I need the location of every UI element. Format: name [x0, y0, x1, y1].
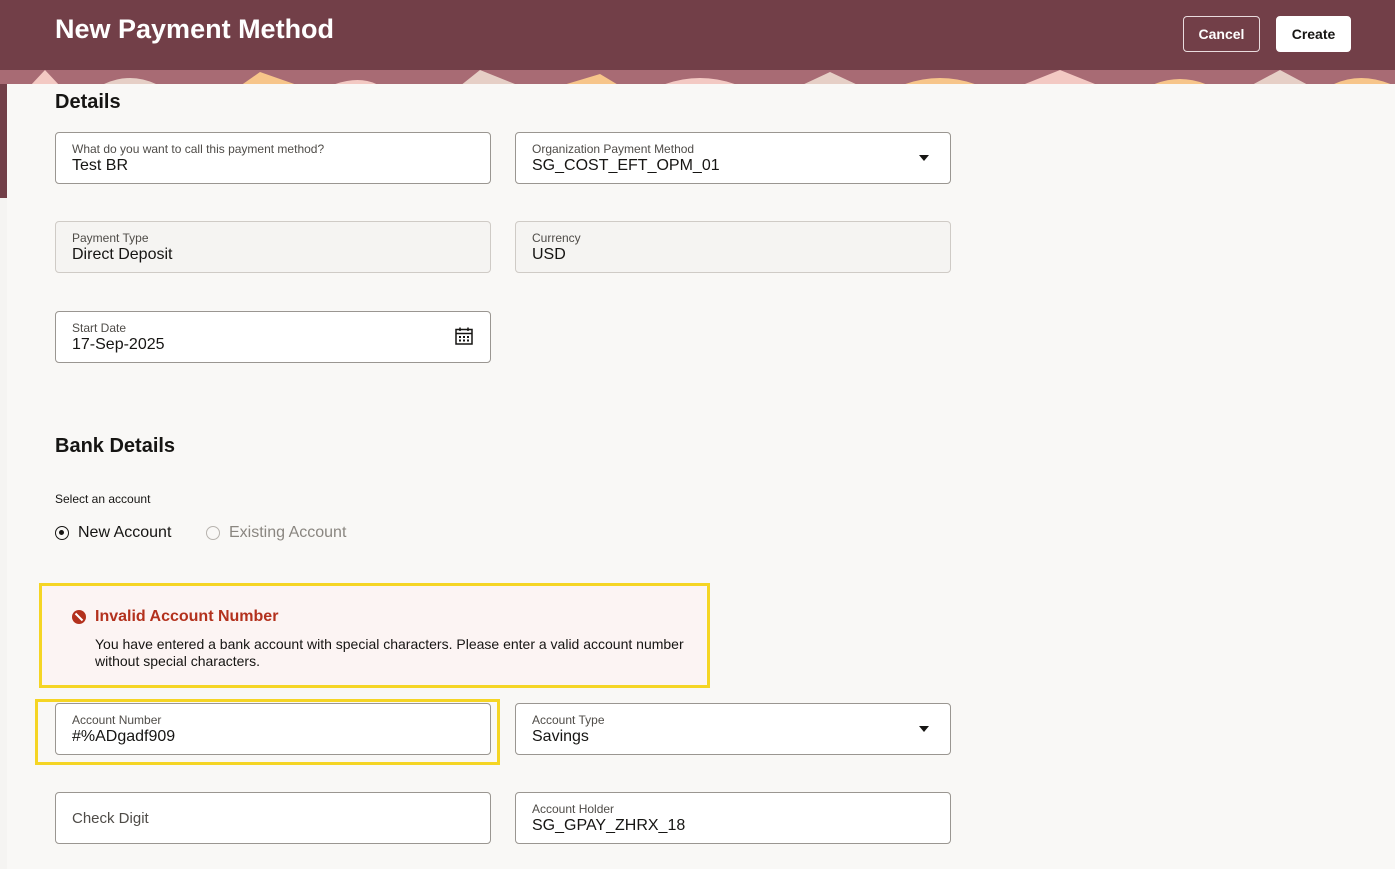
field-value: 17-Sep-2025 — [72, 336, 165, 353]
page-title: New Payment Method — [55, 14, 335, 44]
field-label: Payment Type — [72, 231, 149, 245]
radio-existing-account[interactable]: Existing Account — [206, 522, 346, 544]
bank-details-heading: Bank Details — [55, 435, 176, 457]
radio-label: New Account — [78, 524, 172, 541]
cancel-button[interactable]: Cancel — [1183, 16, 1260, 52]
field-label: Account Type — [532, 713, 605, 727]
field-value: Direct Deposit — [72, 246, 173, 263]
field-label: Account Holder — [532, 802, 615, 816]
field-value: SG_GPAY_ZHRX_18 — [532, 817, 686, 834]
caret-down-icon[interactable] — [919, 155, 929, 161]
header-edge — [0, 84, 7, 198]
page-header: New Payment Method Cancel Create — [0, 0, 1395, 84]
field-value: Test BR — [72, 157, 129, 174]
field-label: What do you want to call this payment me… — [72, 142, 325, 156]
payment-type-field: Payment Type Direct Deposit — [55, 221, 491, 273]
account-number-highlight-frame — [35, 699, 500, 765]
radio-label: Existing Account — [229, 524, 347, 541]
header-decoration — [0, 70, 1395, 84]
field-value: SG_COST_EFT_OPM_01 — [532, 157, 720, 174]
radio-unselected-icon[interactable] — [206, 526, 220, 540]
error-highlight-frame — [39, 583, 710, 688]
field-value: USD — [532, 246, 566, 263]
create-button[interactable]: Create — [1276, 16, 1351, 52]
field-placeholder: Check Digit — [72, 810, 149, 827]
start-date-field[interactable]: Start Date 17-Sep-2025 — [55, 311, 491, 363]
payment-method-name-field[interactable]: What do you want to call this payment me… — [55, 132, 491, 184]
account-type-select[interactable]: Account Type Savings — [515, 703, 951, 755]
calendar-icon[interactable] — [454, 326, 474, 346]
caret-down-icon[interactable] — [919, 726, 929, 732]
radio-selected-icon[interactable] — [55, 526, 69, 540]
radio-new-account[interactable]: New Account — [55, 522, 171, 544]
select-account-label: Select an account — [55, 492, 151, 506]
field-label: Start Date — [72, 321, 127, 335]
currency-field: Currency USD — [515, 221, 951, 273]
field-label: Organization Payment Method — [532, 142, 695, 156]
account-holder-field[interactable]: Account Holder SG_GPAY_ZHRX_18 — [515, 792, 951, 844]
details-heading: Details — [55, 91, 121, 113]
field-value: Savings — [532, 728, 589, 745]
check-digit-field[interactable]: Check Digit — [55, 792, 491, 844]
field-label: Currency — [532, 231, 581, 245]
org-payment-method-select[interactable]: Organization Payment Method SG_COST_EFT_… — [515, 132, 951, 184]
